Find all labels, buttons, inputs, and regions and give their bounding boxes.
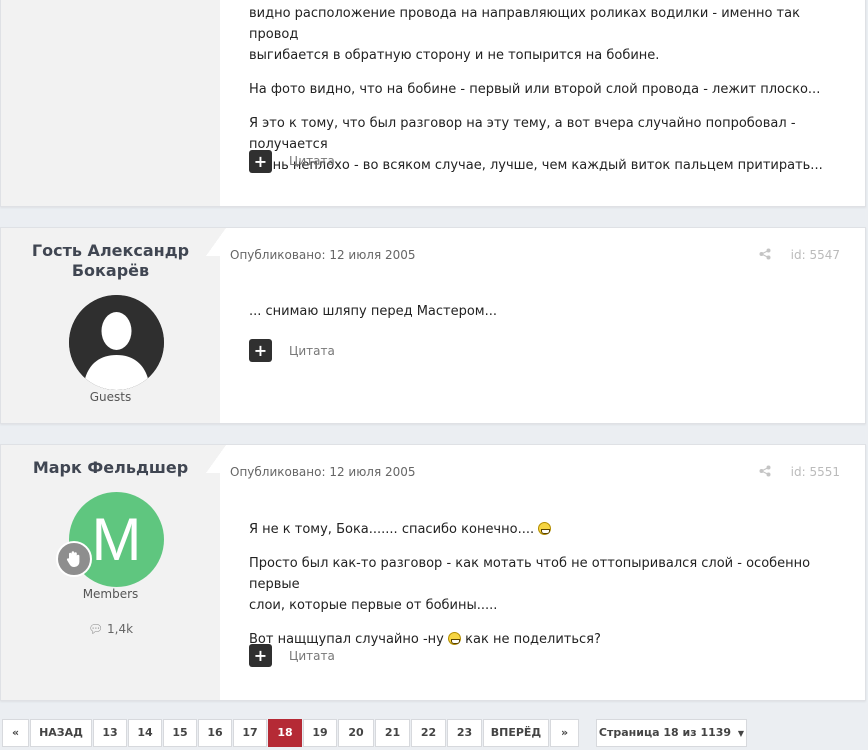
page-22-button[interactable]: 22 [411, 719, 446, 747]
page-15-button[interactable]: 15 [163, 719, 197, 747]
post-date: Опубликовано: 12 июля 2005 [230, 465, 416, 479]
share-glyph [759, 248, 771, 260]
avatar[interactable] [69, 295, 164, 390]
default-avatar-icon [69, 295, 164, 390]
post-line: выгибается в обратную сторону и не топыр… [249, 48, 660, 63]
page-jump-dropdown[interactable]: Страница 18 из 1139 ▼ [596, 719, 747, 747]
page-20-button[interactable]: 20 [338, 719, 374, 747]
reputation-count: 1,4k [107, 622, 134, 636]
post-5551: Марк Фельдшер M Members 💬︎ 1,4k Опублико… [0, 444, 866, 701]
share-glyph [759, 465, 771, 477]
author-name-line: Бокарёв [71, 261, 150, 280]
author-name-line: Гость Александр [31, 241, 190, 260]
post-line: Вот нащщупал случайно -ну как не поделит… [249, 629, 829, 650]
share-icon[interactable] [759, 465, 771, 480]
quote-link[interactable]: Цитата [289, 154, 335, 168]
post-5546: видно расположение провода на направляющ… [0, 0, 866, 207]
page-13-button[interactable]: 13 [93, 719, 127, 747]
prev-page-button[interactable]: НАЗАД [30, 719, 92, 747]
author-name[interactable]: Марк Фельдшер [1, 458, 220, 478]
biggrin-smiley-icon [448, 632, 461, 645]
biggrin-smiley-icon [538, 522, 552, 535]
post-line-text: Я не к тому, Бока....... спасибо конечно… [249, 522, 535, 537]
post-body: видно расположение провода на направляющ… [249, 3, 829, 176]
post-line: видно расположение провода на направляющ… [249, 6, 800, 42]
post-line: Я это к тому, что был разговор на эту те… [249, 116, 796, 152]
post-line: слои, которые первые от бобины..... [249, 598, 498, 613]
pagination: « НАЗАД 13 14 15 16 17 18 19 20 21 22 23… [0, 719, 868, 749]
hand-icon [66, 551, 80, 567]
post-id[interactable]: id: 5547 [791, 248, 840, 262]
page-17-button[interactable]: 17 [233, 719, 267, 747]
multiquote-button[interactable]: + [249, 150, 272, 173]
share-icon[interactable] [759, 248, 771, 263]
post-line: Просто был как-то разговор - как мотать … [249, 556, 811, 592]
post-date: Опубликовано: 12 июля 2005 [230, 248, 416, 262]
page-14-button[interactable]: 14 [128, 719, 162, 747]
post-line: очень неплохо - во всяком случае, лучше,… [249, 158, 823, 173]
author-column [1, 0, 220, 206]
first-page-button[interactable]: « [2, 719, 29, 747]
user-group: Guests [89, 390, 132, 404]
page-16-button[interactable]: 16 [198, 719, 232, 747]
multiquote-button[interactable]: + [249, 339, 272, 362]
page-21-button[interactable]: 21 [375, 719, 410, 747]
post-line: Я не к тому, Бока....... спасибо конечно… [249, 519, 829, 540]
post-line-text: как не поделиться? [465, 632, 601, 647]
plus-icon: + [253, 646, 268, 665]
quote-link[interactable]: Цитата [289, 344, 335, 358]
post-body: ... снимаю шляпу перед Мастером... [249, 304, 498, 319]
post-id[interactable]: id: 5551 [791, 465, 840, 479]
post-line: На фото видно, что на бобине - первый ил… [249, 82, 821, 97]
post-body: Я не к тому, Бока....... спасибо конечно… [249, 519, 829, 650]
user-group: Members [82, 587, 139, 601]
reputation: 💬︎ 1,4k [1, 622, 220, 636]
plus-icon: + [253, 341, 268, 360]
quote-link[interactable]: Цитата [289, 649, 335, 663]
author-name[interactable]: Гость Александр Бокарёв [1, 241, 220, 281]
last-page-button[interactable]: » [550, 719, 579, 747]
page-jump-label: Страница 18 из 1139 [598, 726, 732, 739]
plus-icon: + [253, 152, 268, 171]
multiquote-button[interactable]: + [249, 644, 272, 667]
rank-badge-icon [56, 541, 92, 577]
post-line-text: Вот нащщупал случайно -ну [249, 632, 444, 647]
page-18-button[interactable]: 18 [268, 719, 302, 747]
page-23-button[interactable]: 23 [447, 719, 482, 747]
next-page-button[interactable]: ВПЕРЁД [483, 719, 549, 747]
comment-icon: 💬︎ [87, 622, 104, 636]
post-5547: Гость Александр Бокарёв Guests Опубликов… [0, 227, 866, 424]
page-19-button[interactable]: 19 [303, 719, 337, 747]
caret-down-icon: ▼ [737, 729, 745, 738]
